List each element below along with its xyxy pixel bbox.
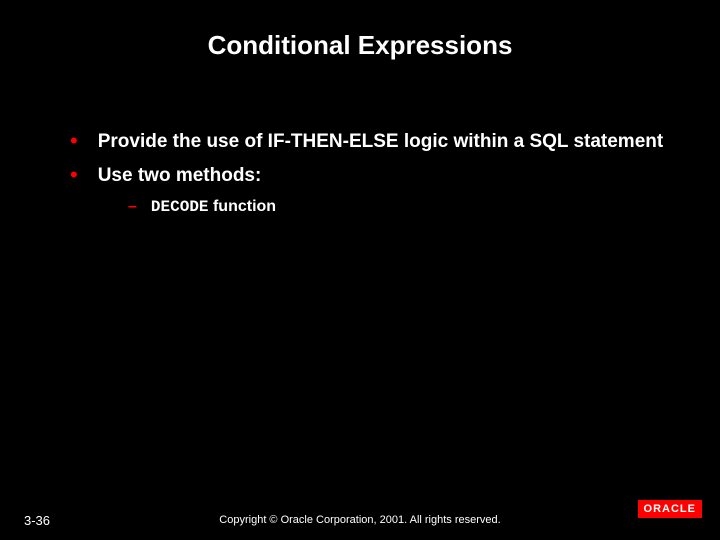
dash-icon: –	[128, 198, 137, 216]
bullet-item: • Use two methods:	[70, 164, 670, 188]
bullet-icon: •	[70, 164, 78, 186]
copyright-text: Copyright © Oracle Corporation, 2001. Al…	[0, 514, 720, 526]
bullet-icon: •	[70, 130, 78, 152]
slide-title: Conditional Expressions	[0, 30, 720, 61]
sub-bullet-tail: function	[209, 198, 277, 215]
code-text: DECODE	[151, 198, 209, 216]
sub-bullet-text: DECODE function	[151, 198, 276, 216]
oracle-logo: ORACLE	[638, 500, 702, 518]
slide: Conditional Expressions • Provide the us…	[0, 0, 720, 540]
bullet-text: Provide the use of IF-THEN-ELSE logic wi…	[98, 130, 664, 154]
oracle-logo-text: ORACLE	[638, 500, 702, 518]
slide-footer: 3-36 Copyright © Oracle Corporation, 200…	[0, 496, 720, 540]
slide-content: • Provide the use of IF-THEN-ELSE logic …	[70, 130, 670, 216]
bullet-text: Use two methods:	[98, 164, 262, 188]
sub-bullet-item: – DECODE function	[128, 198, 670, 216]
bullet-item: • Provide the use of IF-THEN-ELSE logic …	[70, 130, 670, 154]
